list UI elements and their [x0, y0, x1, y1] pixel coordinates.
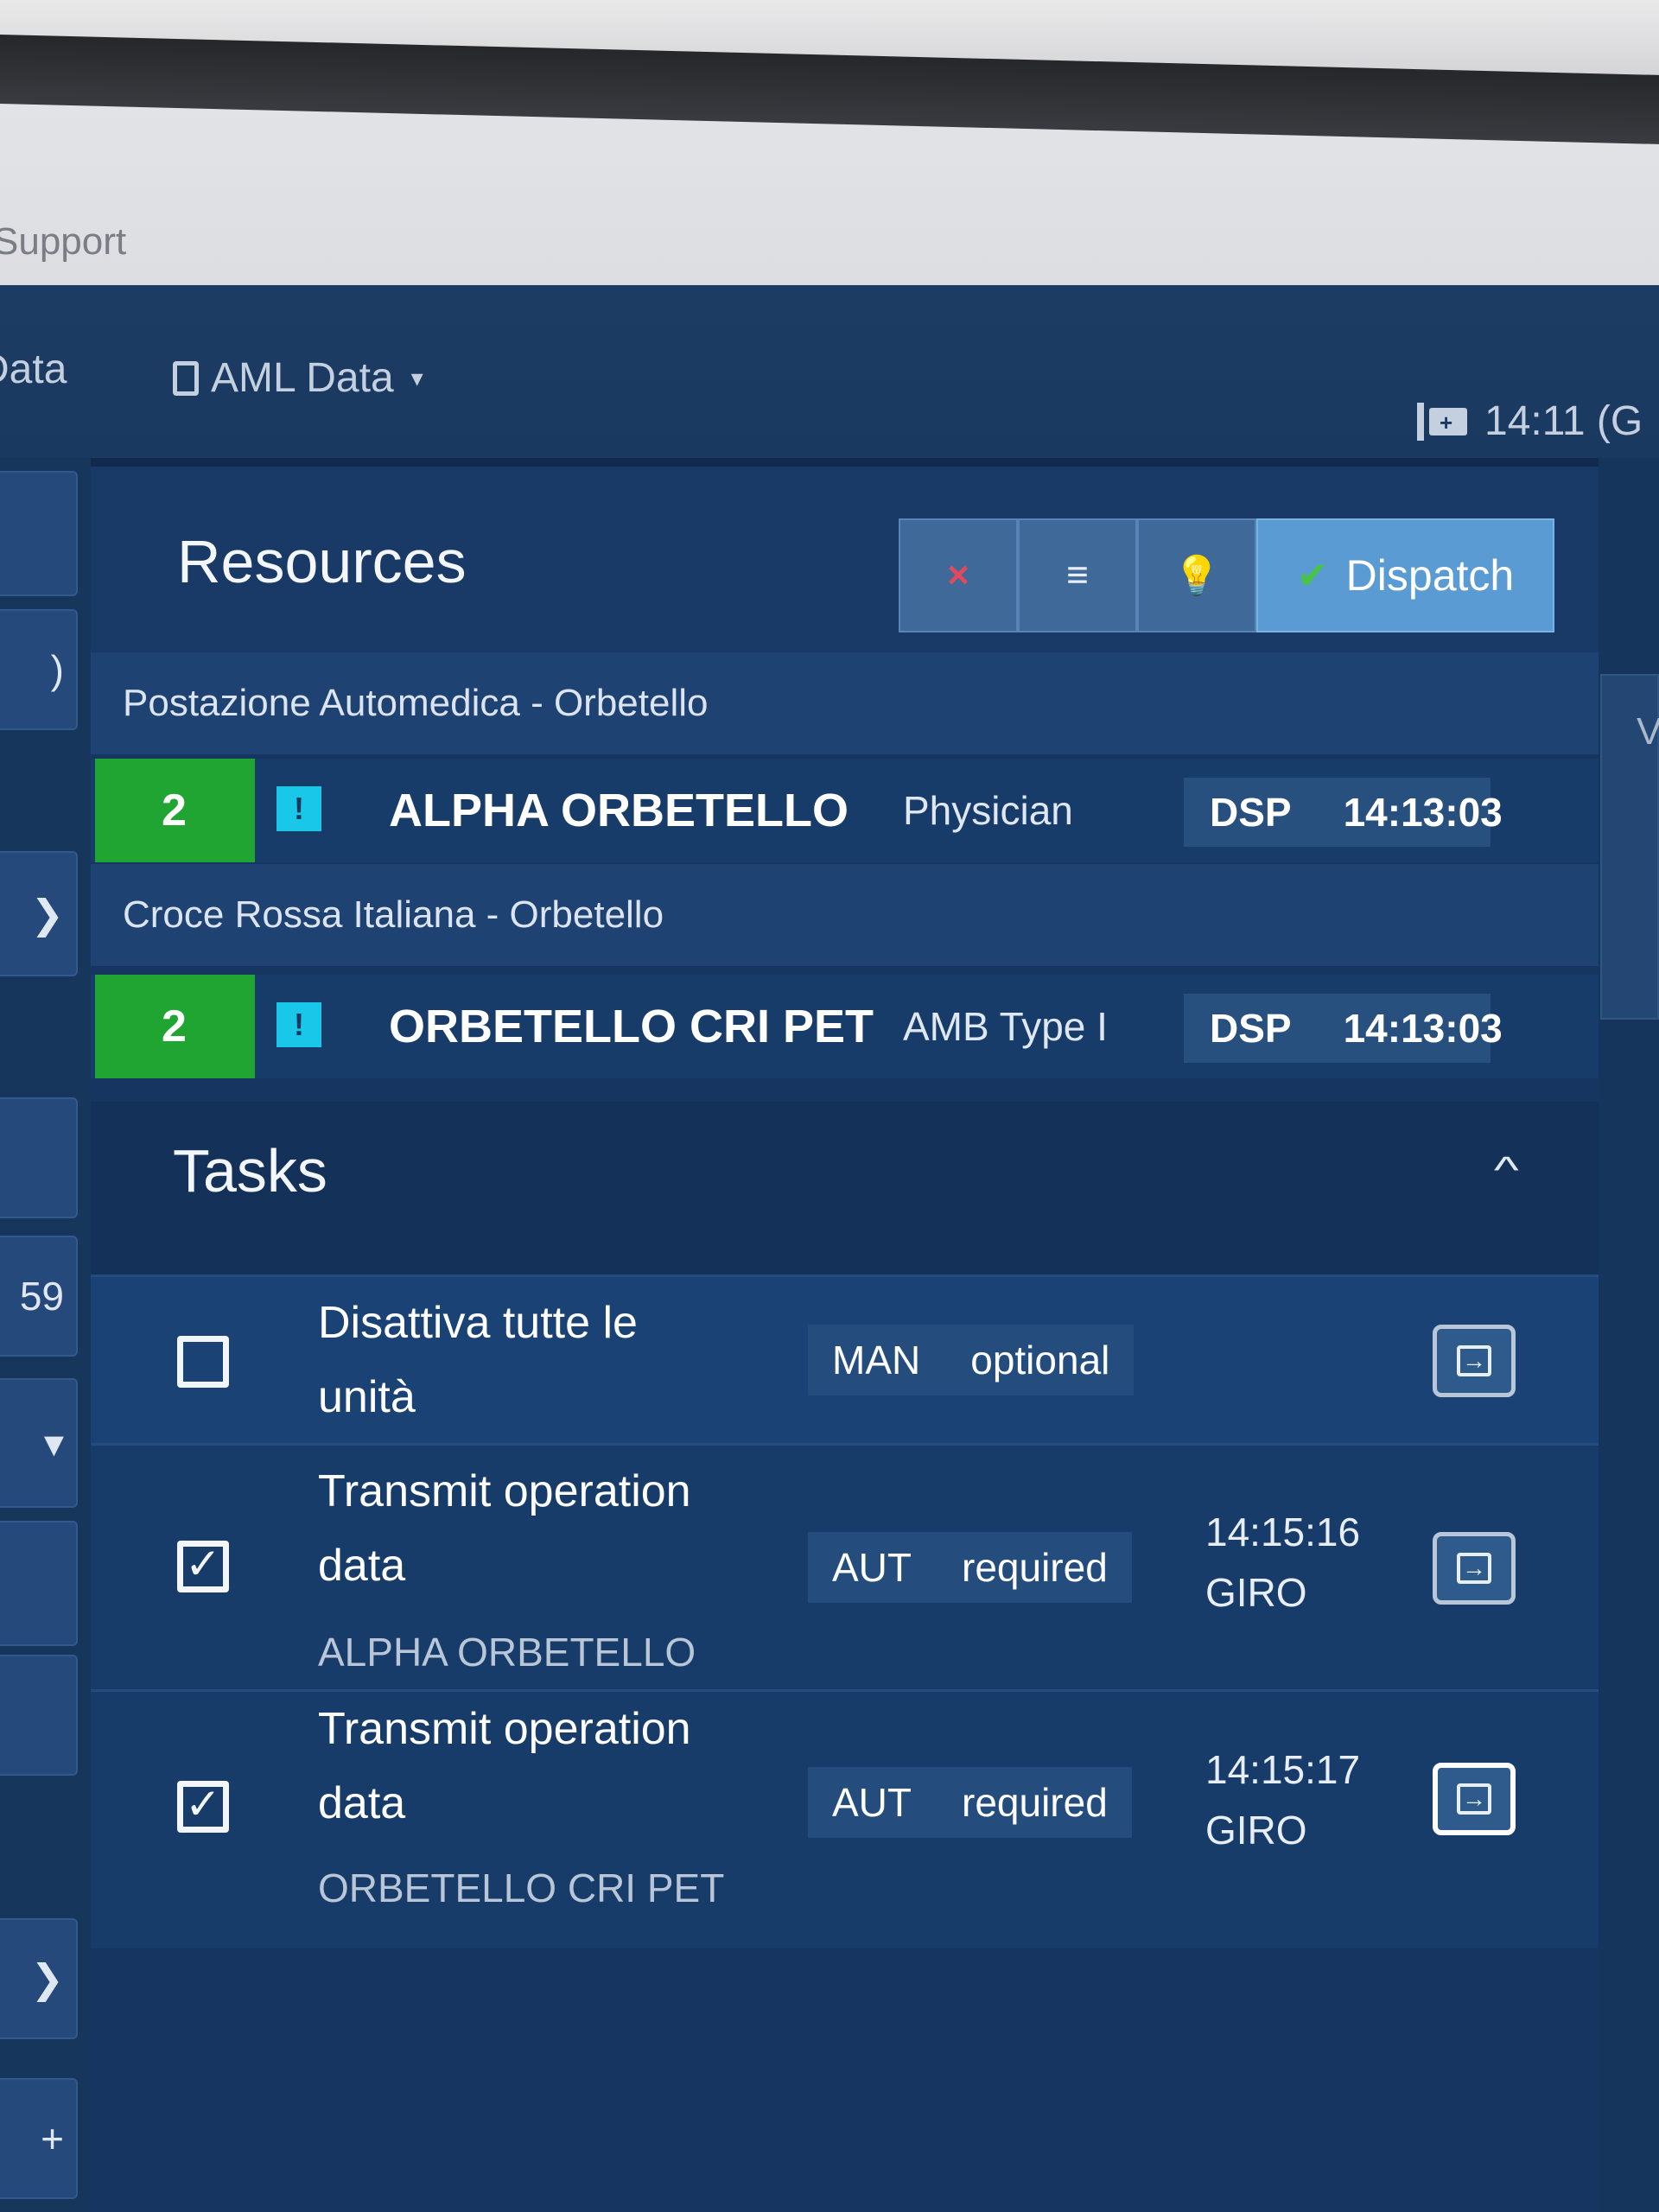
resource-status-time: 14:13:03 — [1343, 790, 1503, 835]
clock-text: 14:11 (G — [1484, 398, 1643, 444]
sidebar-button-7[interactable] — [0, 1521, 78, 1646]
task-row: ✓ Transmit operation data ORBETELLO CRI … — [91, 1689, 1599, 1948]
task-title: Disattiva tutte le unità — [318, 1298, 638, 1422]
resources-header: Resources × ≡ 💡 ✔ Dispatch — [91, 467, 1599, 652]
incident-panel: Resources × ≡ 💡 ✔ Dispatch Postazione Au… — [91, 467, 1599, 2212]
task-completion-time: 14:15:16 — [1205, 1510, 1361, 1554]
resource-status-time: 14:13:03 — [1343, 1006, 1503, 1051]
resource-type: Physician — [903, 788, 1073, 833]
lightbulb-icon: 💡 — [1173, 555, 1221, 597]
clock-display: + 14:11 (G — [1417, 397, 1643, 445]
task-open-button[interactable]: → — [1433, 1325, 1516, 1397]
alert-flag-icon: ! — [276, 786, 321, 831]
resource-type: AMB Type I — [903, 1004, 1108, 1049]
sidebar-dropdown[interactable]: ▾ — [0, 1378, 78, 1508]
task-checkbox-checked[interactable]: ✓ — [177, 1781, 229, 1833]
task-open-button[interactable]: → — [1433, 1532, 1516, 1605]
resource-count-badge: 2 — [95, 975, 255, 1078]
task-mode: AUT — [832, 1780, 912, 1825]
hospital-bed-icon: + — [1417, 402, 1467, 441]
resource-status: DSP — [1210, 1006, 1292, 1051]
resources-title: Resources — [177, 528, 467, 595]
resources-toolbar: × ≡ 💡 ✔ Dispatch — [899, 518, 1554, 632]
task-completion-time: 14:15:17 — [1205, 1747, 1361, 1792]
task-mode-badge: AUT required — [808, 1532, 1132, 1603]
resource-status-badge: DSP 14:13:03 — [1184, 778, 1503, 847]
task-title: Transmit operation data — [318, 1466, 691, 1591]
resource-group-label: Croce Rossa Italiana - Orbetello — [91, 864, 1599, 966]
right-panel-tab[interactable]: V — [1600, 674, 1659, 1020]
arrow-right-icon: → — [1457, 1553, 1491, 1584]
remove-button[interactable]: × — [899, 518, 1018, 632]
resource-name: ALPHA ORBETELLO — [389, 785, 849, 836]
task-requirement: required — [962, 1545, 1108, 1590]
task-requirement: optional — [970, 1338, 1110, 1382]
tasks-title: Tasks — [173, 1137, 327, 1205]
task-row: Disattiva tutte le unità MAN optional → — [91, 1274, 1599, 1443]
resource-count-badge: 2 — [95, 759, 255, 862]
nav-data-menu[interactable]: Data — [0, 346, 67, 393]
sidebar-add-button[interactable]: + — [0, 2078, 78, 2199]
sidebar-button-8[interactable] — [0, 1655, 78, 1776]
chevron-down-icon: ▾ — [410, 365, 423, 391]
task-subtitle: ORBETELLO CRI PET — [318, 1866, 725, 1910]
arrow-right-icon: → — [1457, 1345, 1491, 1376]
task-user: GIRO — [1205, 1808, 1307, 1853]
task-mode-badge: MAN optional — [808, 1325, 1135, 1395]
task-row: ✓ Transmit operation data ALPHA ORBETELL… — [91, 1443, 1599, 1689]
dispatch-label: Dispatch — [1345, 551, 1515, 600]
task-mode-badge: AUT required — [808, 1767, 1132, 1838]
sidebar-button-9[interactable]: ❯ — [0, 1918, 78, 2039]
dispatch-button[interactable]: ✔ Dispatch — [1256, 518, 1554, 632]
sidebar-button-3[interactable]: ❯ — [0, 851, 78, 976]
task-checkbox[interactable] — [177, 1336, 229, 1388]
task-mode: AUT — [832, 1545, 912, 1590]
task-checkbox-checked[interactable]: ✓ — [177, 1541, 229, 1592]
resource-name: ORBETELLO CRI PET — [389, 1001, 874, 1052]
chevron-up-icon[interactable]: ^ — [1494, 1149, 1519, 1192]
arrow-right-icon: → — [1457, 1783, 1491, 1815]
task-open-button[interactable]: → — [1433, 1763, 1516, 1835]
aml-data-label: AML Data — [211, 355, 394, 401]
tasks-header[interactable]: Tasks ^ — [91, 1102, 1599, 1274]
alert-flag-icon: ! — [276, 1002, 321, 1047]
aml-data-menu[interactable]: AML Data ▾ — [173, 354, 423, 402]
resource-row[interactable]: 2 ! ORBETELLO CRI PET AMB Type I DSP 14:… — [91, 975, 1599, 1078]
document-icon — [173, 360, 199, 396]
task-subtitle: ALPHA ORBETELLO — [318, 1630, 696, 1675]
suggest-button[interactable]: 💡 — [1137, 518, 1256, 632]
sidebar-button-4[interactable] — [0, 1097, 78, 1218]
resource-row[interactable]: 2 ! ALPHA ORBETELLO Physician DSP 14:13:… — [91, 759, 1599, 862]
sidebar-button-2[interactable]: ) — [0, 609, 78, 730]
list-button[interactable]: ≡ — [1018, 518, 1137, 632]
list-icon: ≡ — [1066, 554, 1089, 596]
support-link[interactable]: Support — [0, 220, 126, 264]
resource-status-badge: DSP 14:13:03 — [1184, 994, 1503, 1063]
check-icon: ✔ — [1296, 554, 1329, 597]
task-title: Transmit operation data — [318, 1704, 691, 1828]
task-user: GIRO — [1205, 1570, 1307, 1615]
close-icon: × — [947, 554, 969, 596]
resource-status: DSP — [1210, 790, 1292, 835]
resource-group-label: Postazione Automedica - Orbetello — [91, 652, 1599, 754]
task-mode: MAN — [832, 1338, 921, 1382]
task-requirement: required — [962, 1780, 1108, 1825]
sidebar-button-5[interactable]: 59 — [0, 1236, 78, 1357]
sidebar-button-1[interactable] — [0, 471, 78, 596]
